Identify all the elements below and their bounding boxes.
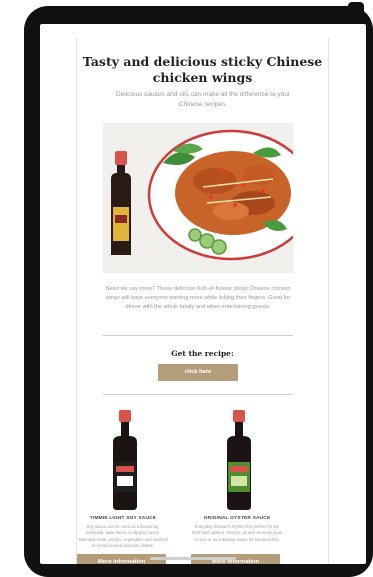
hero-image-chicken-wings xyxy=(103,123,293,273)
device-corner-tab xyxy=(348,2,364,18)
email-title: Tasty and delicious sticky Chinese chick… xyxy=(82,54,323,85)
recipe-prompt: Get the recipe: xyxy=(171,349,234,358)
product-name-soy-sauce: TIMMIE LIGHT SOY SAUCE xyxy=(89,516,157,521)
oyster-sauce-bottle-image xyxy=(227,410,251,510)
email-content-column: Tasty and delicious sticky Chinese chick… xyxy=(76,38,329,564)
product-name-oyster-sauce: ORIGINAL OYSTER SAUCE xyxy=(203,516,271,521)
home-indicator-bar xyxy=(150,557,236,560)
product-description-soy-sauce: Soy sauce can be used as a flavouring, m… xyxy=(78,524,168,549)
email-subtitle: Delicious sauces and oils can make all t… xyxy=(115,91,291,108)
divider xyxy=(103,335,293,336)
email-body-text: Need we say more? These delicious Koh-of… xyxy=(105,286,291,310)
email-screen[interactable]: Tasty and delicious sticky Chinese chick… xyxy=(40,24,366,564)
hero-illustration xyxy=(103,123,293,273)
click-here-button[interactable]: click here xyxy=(158,364,238,381)
divider xyxy=(103,394,293,395)
product-description-oyster-sauce: Everyday Stewart's Oyster fine perfect f… xyxy=(191,524,283,542)
soy-sauce-bottle-image xyxy=(113,410,137,510)
